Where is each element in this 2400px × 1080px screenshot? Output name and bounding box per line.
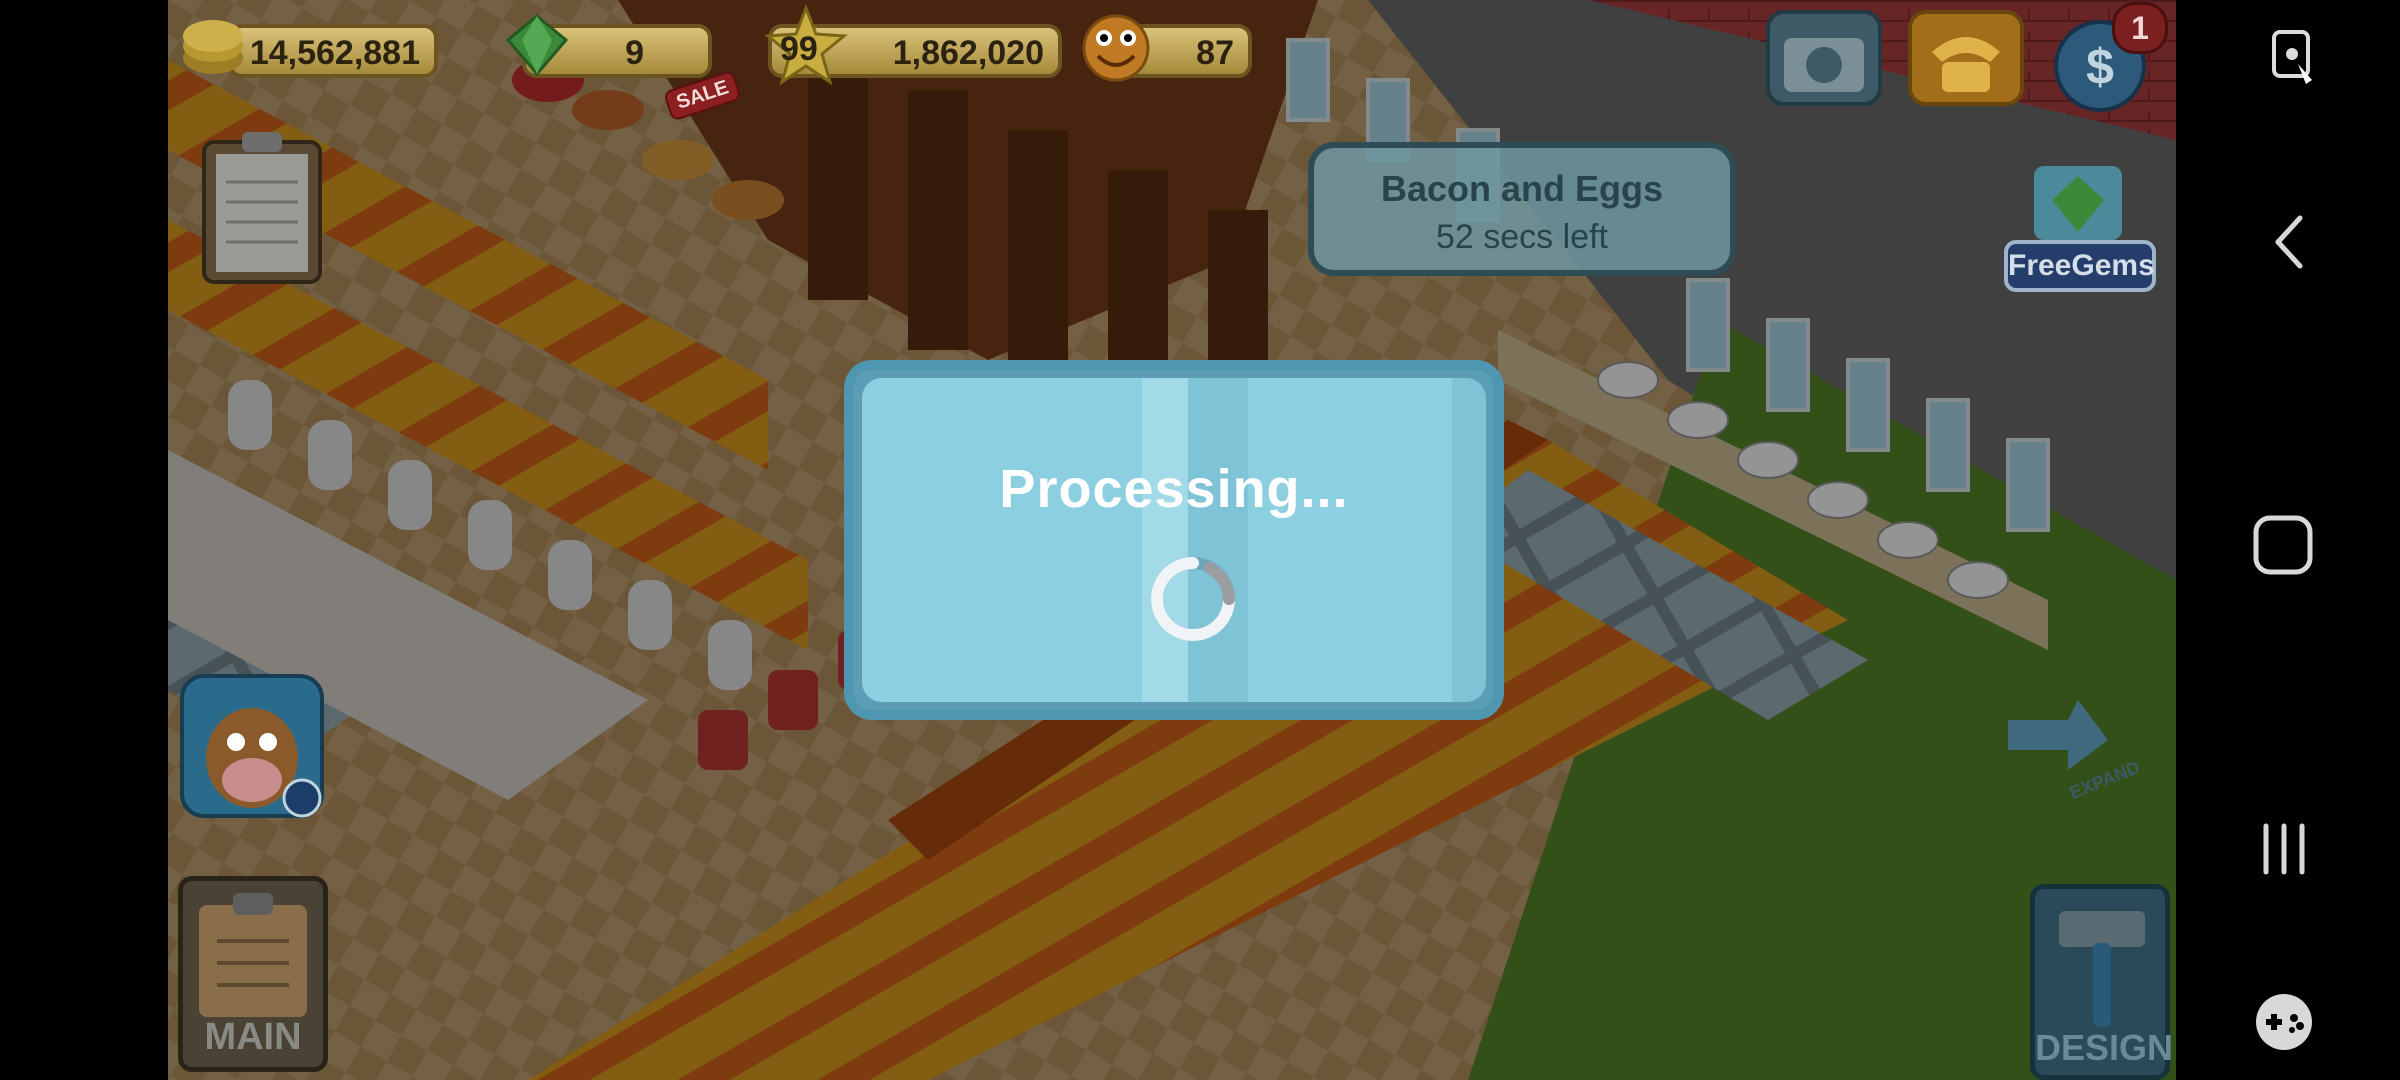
smiley-icon	[1082, 14, 1150, 82]
phone-icon[interactable]	[1906, 8, 2026, 108]
home-square-icon[interactable]	[2252, 0, 2314, 62]
processing-title: Processing...	[999, 459, 1349, 519]
processing-dialog: Processing...	[844, 360, 1504, 720]
happiness-value: 87	[1196, 34, 1234, 72]
game-viewport[interactable]: 14,562,881 9 SALE 1,862,020 99 87 $ 1 Fr…	[168, 0, 2176, 1080]
home-square-icon-shape[interactable]	[2252, 514, 2314, 576]
free-gems-button[interactable]: FreeGems	[2004, 240, 2156, 292]
hammer-icon	[2059, 911, 2145, 1027]
coin-stack-icon	[183, 20, 243, 74]
order-progress-toast: Bacon and Eggs 52 secs left	[1308, 142, 1736, 276]
back-arrow-icon[interactable]	[2266, 212, 2310, 272]
design-button[interactable]: DESIGN	[2030, 884, 2174, 1080]
system-nav-bar	[2176, 0, 2400, 1080]
left-letterbox	[0, 0, 168, 1080]
free-gems-tv-icon[interactable]	[2028, 156, 2128, 246]
order-dish-name: Bacon and Eggs	[1380, 168, 1664, 209]
notifications-badge[interactable]: 1	[2112, 2, 2168, 54]
xp-value: 1,862,020	[892, 34, 1044, 72]
coins-value: 14,562,881	[249, 34, 420, 72]
cow-app-icon[interactable]	[178, 672, 328, 822]
design-label: DESIGN	[2035, 1027, 2174, 1068]
processing-dialog-panel: Processing...	[862, 378, 1486, 702]
camera-icon[interactable]	[1764, 8, 1884, 108]
gem-icon	[505, 14, 569, 77]
gamepad-icon[interactable]	[2252, 990, 2316, 1054]
loading-spinner-icon	[1151, 557, 1235, 641]
clipboard-main-icon	[199, 893, 307, 1017]
clipboard-icon[interactable]	[198, 128, 326, 288]
svg-text:$: $	[2086, 39, 2114, 95]
gems-value: 9	[625, 34, 644, 72]
main-menu-button[interactable]: MAIN	[178, 876, 328, 1072]
order-time-left: 52 secs left	[1436, 218, 1608, 256]
coins-counter: 14,562,881	[228, 24, 438, 78]
recents-icon[interactable]	[2256, 822, 2312, 876]
main-label: MAIN	[204, 1016, 302, 1058]
level-value: 99	[780, 30, 818, 68]
